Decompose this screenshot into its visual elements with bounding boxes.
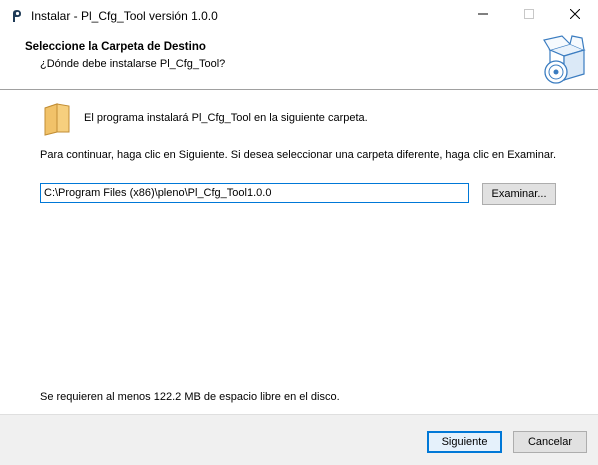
minimize-button[interactable] [460,0,506,31]
next-button[interactable]: Siguiente [427,431,502,453]
instructions-text: Para continuar, haga clic en Siguiente. … [40,149,557,161]
installer-icon [9,8,25,24]
page-subtitle: ¿Dónde debe instalarse Pl_Cfg_Tool? [40,58,226,70]
maximize-icon [524,9,534,22]
title-bar[interactable]: Instalar - Pl_Cfg_Tool versión 1.0.0 [0,0,598,31]
folder-icon [43,102,71,136]
wizard-content: El programa instalará Pl_Cfg_Tool en la … [0,90,598,414]
minimize-icon [478,9,488,22]
destination-path-input[interactable] [40,183,469,203]
close-icon [569,8,581,22]
wizard-header: Seleccione la Carpeta de Destino ¿Dónde … [0,31,598,90]
cancel-button[interactable]: Cancelar [513,431,587,453]
box-with-disc-icon [540,34,586,86]
wizard-footer: Siguiente Cancelar [0,414,598,465]
page-title: Seleccione la Carpeta de Destino [25,41,206,53]
disk-space-text: Se requieren al menos 122.2 MB de espaci… [40,391,340,403]
close-button[interactable] [552,0,598,31]
intro-text: El programa instalará Pl_Cfg_Tool en la … [84,112,368,124]
maximize-button [506,0,552,31]
browse-button[interactable]: Examinar... [482,183,556,205]
window-title: Instalar - Pl_Cfg_Tool versión 1.0.0 [31,9,218,23]
